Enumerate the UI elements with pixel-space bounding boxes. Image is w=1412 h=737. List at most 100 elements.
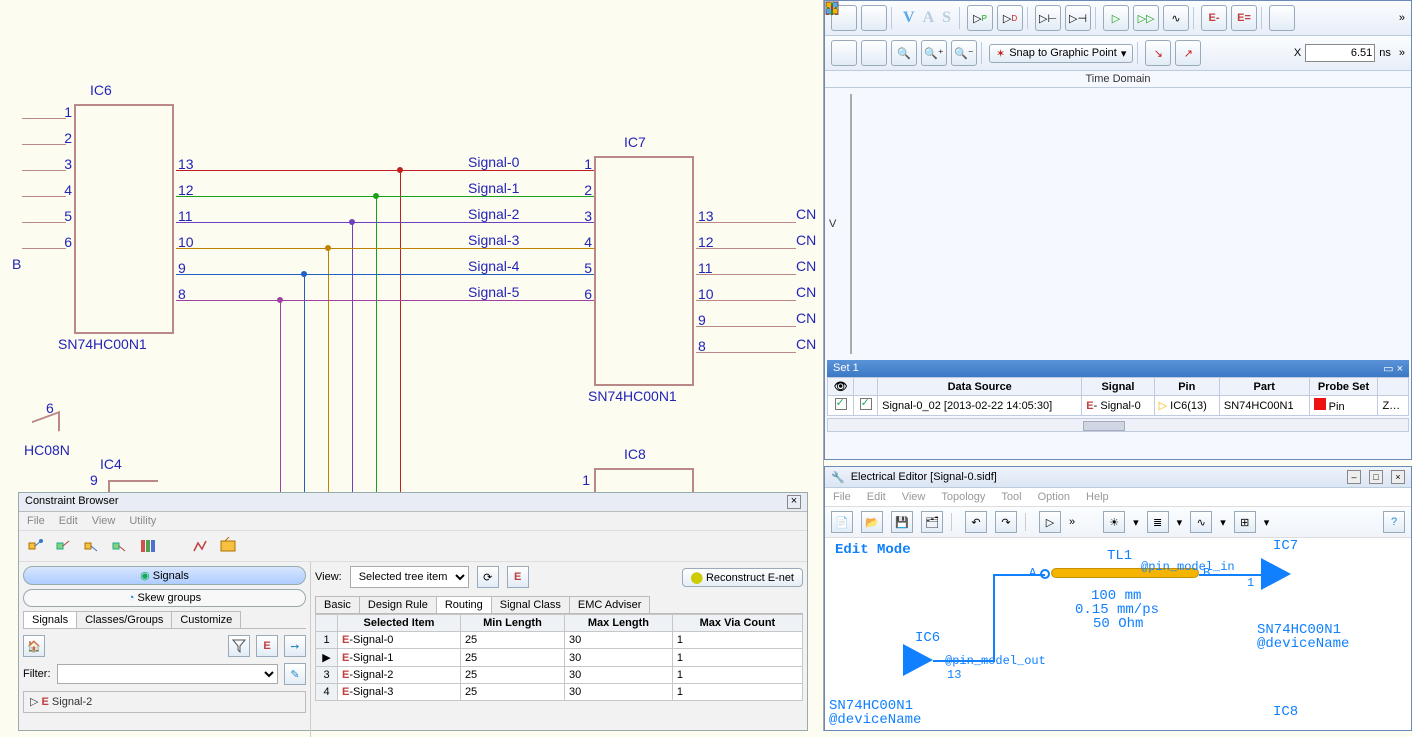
rule-tab-design-rule[interactable]: Design Rule — [359, 596, 437, 613]
tb-icon-6[interactable] — [191, 537, 209, 555]
x-value-input[interactable] — [1305, 44, 1375, 62]
filter-select[interactable] — [57, 664, 279, 684]
grid-row[interactable]: 1E-Signal-025301 — [316, 632, 803, 649]
ic7-body[interactable] — [594, 156, 694, 386]
e-assign-icon[interactable]: E= — [1231, 5, 1257, 31]
overflow-icon-2[interactable]: » — [1399, 47, 1405, 59]
ic6-body[interactable] — [74, 104, 174, 334]
set-table[interactable]: 👁Data SourceSignalPinPartProbe Set Signa… — [827, 377, 1409, 416]
net-wire-Signal-5[interactable] — [176, 300, 594, 301]
e-icon[interactable]: E — [256, 635, 278, 657]
zoom-in-icon[interactable]: 🔍⁺ — [921, 40, 947, 66]
ee-menu-help[interactable]: Help — [1086, 491, 1109, 503]
view-select[interactable]: Selected tree item — [350, 566, 469, 588]
wave-tool-icon[interactable]: ∿ — [1190, 511, 1212, 533]
zoom-tool-icon[interactable]: 🔍 — [891, 40, 917, 66]
menu-view[interactable]: View — [92, 515, 116, 527]
ee-menu-file[interactable]: File — [833, 491, 851, 503]
component-icon[interactable]: ▷ — [1039, 511, 1061, 533]
grid-row[interactable]: ▶E-Signal-125301 — [316, 649, 803, 667]
zoom-fit-icon[interactable] — [831, 40, 857, 66]
marker-left-icon[interactable]: ▷⊢ — [1035, 5, 1061, 31]
ruler-a-icon[interactable]: ↘ — [1145, 40, 1171, 66]
marker-right-icon[interactable]: ▷⊣ — [1065, 5, 1091, 31]
snap-dropdown[interactable]: ✶Snap to Graphic Point▾ — [989, 44, 1133, 63]
ee-menu-tool[interactable]: Tool — [1001, 491, 1021, 503]
skew-groups-button[interactable]: ◔ Skew groups — [23, 589, 306, 607]
ee-menu-view[interactable]: View — [902, 491, 926, 503]
rule-tab-signal-class[interactable]: Signal Class — [491, 596, 570, 613]
net-wire-Signal-2[interactable] — [176, 222, 594, 223]
e-minus-icon[interactable]: E- — [1201, 5, 1227, 31]
ifft-icon[interactable] — [861, 5, 887, 31]
subtab-signals[interactable]: Signals — [23, 611, 77, 628]
undo-icon[interactable]: ↶ — [965, 511, 987, 533]
pin-icon[interactable]: ▭ — [1383, 363, 1393, 375]
saveall-icon[interactable]: 🗂 — [921, 511, 943, 533]
routing-grid[interactable]: Selected ItemMin LengthMax LengthMax Via… — [315, 614, 803, 701]
home-icon[interactable]: 🏠 — [23, 635, 45, 657]
signal-tree[interactable]: ▷ E Signal-2 — [23, 691, 306, 713]
tb-icon-1[interactable] — [27, 537, 45, 555]
menu-file[interactable]: File — [27, 515, 45, 527]
subtab-customize[interactable]: Customize — [171, 611, 241, 628]
help-icon[interactable]: ? — [1383, 511, 1405, 533]
tb-icon-4[interactable] — [111, 537, 129, 555]
sun-icon[interactable]: ☀ — [1103, 511, 1125, 533]
redo-icon[interactable]: ↷ — [995, 511, 1017, 533]
view-refresh-icon[interactable]: ⟳ — [477, 566, 499, 588]
play-icon[interactable]: ▷ — [1103, 5, 1129, 31]
net-wire-Signal-3[interactable] — [176, 248, 594, 249]
filter-icon[interactable] — [228, 635, 250, 657]
layout-icon[interactable] — [1269, 5, 1295, 31]
maximize-icon[interactable]: □ — [1369, 470, 1383, 484]
ee-menu-topology[interactable]: Topology — [941, 491, 985, 503]
new-icon[interactable]: 📄 — [831, 511, 853, 533]
zoom-out-icon[interactable]: 🔍⁻ — [951, 40, 977, 66]
rule-tab-emc-adviser[interactable]: EMC Adviser — [569, 596, 651, 613]
net-wire-Signal-0[interactable] — [176, 170, 594, 171]
probe-d-icon[interactable]: ▷D — [997, 5, 1023, 31]
overflow-icon[interactable]: » — [1399, 12, 1405, 24]
menu-edit[interactable]: Edit — [59, 515, 78, 527]
zoom-region-icon[interactable] — [861, 40, 887, 66]
horizontal-scrollbar[interactable] — [827, 418, 1409, 432]
close-icon[interactable]: × — [787, 495, 801, 509]
list-icon[interactable]: ≣ — [1147, 511, 1169, 533]
rule-tab-routing[interactable]: Routing — [436, 596, 492, 613]
constraint-browser-title-bar[interactable]: Constraint Browser × — [19, 493, 807, 512]
minimize-icon[interactable]: – — [1347, 470, 1361, 484]
reconstruct-button[interactable]: ⬤ Reconstruct E-net — [682, 568, 803, 587]
goto-icon[interactable]: ➙ — [284, 635, 306, 657]
close-icon[interactable]: × — [1391, 470, 1405, 484]
save-icon[interactable]: 💾 — [891, 511, 913, 533]
net-icon[interactable]: ⊞ — [1234, 511, 1256, 533]
rule-tab-basic[interactable]: Basic — [315, 596, 360, 613]
menu-utility[interactable]: Utility — [129, 515, 156, 527]
waveform-plot[interactable]: 01020304000.511.522.53Time (ns)Voltage (… — [850, 94, 852, 354]
probe-p-icon[interactable]: ▷P — [967, 5, 993, 31]
ruler-b-icon[interactable]: ↗ — [1175, 40, 1201, 66]
view-e-icon[interactable]: E — [507, 566, 529, 588]
tb-icon-7[interactable] — [219, 537, 237, 555]
net-wire-Signal-1[interactable] — [176, 196, 594, 197]
ee-menu-edit[interactable]: Edit — [867, 491, 886, 503]
close-icon[interactable]: × — [1397, 363, 1403, 375]
open-icon[interactable]: 📂 — [861, 511, 883, 533]
row-enable-checkbox[interactable] — [860, 398, 872, 410]
row-visible-checkbox[interactable] — [835, 398, 847, 410]
ee-menu-option[interactable]: Option — [1038, 491, 1070, 503]
overflow-icon[interactable]: » — [1069, 516, 1075, 528]
tb-icon-5[interactable] — [139, 537, 157, 555]
net-wire-Signal-4[interactable] — [176, 274, 594, 275]
ee-ic6-symbol[interactable] — [903, 644, 933, 676]
grid-row[interactable]: 3E-Signal-225301 — [316, 667, 803, 684]
tb-icon-2[interactable] — [55, 537, 73, 555]
signals-button[interactable]: ◉ Signals — [23, 566, 306, 585]
step-icon[interactable]: ▷▷ — [1133, 5, 1159, 31]
electrical-editor-canvas[interactable]: Edit Mode IC6 @pin_model_out 13 SN74HC00… — [825, 538, 1411, 718]
tb-icon-3[interactable] — [83, 537, 101, 555]
ee-ic7-symbol[interactable] — [1261, 558, 1291, 590]
vas-toggle[interactable]: VAS — [899, 9, 955, 27]
filter-apply[interactable]: ✎ — [284, 663, 306, 685]
